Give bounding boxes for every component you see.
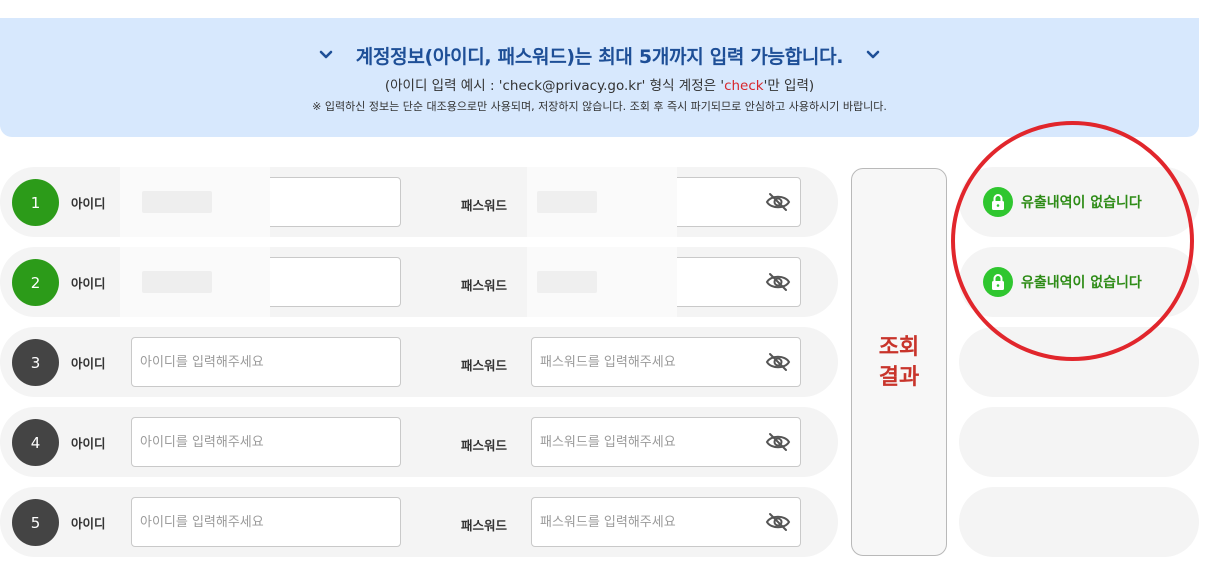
result-button-line2: 결과 xyxy=(878,365,920,390)
banner-title-row: 계정정보(아이디, 패스워드)는 최대 5개까지 입력 가능합니다. xyxy=(0,40,1199,70)
id-input[interactable] xyxy=(131,337,401,387)
pw-label: 패스워드 xyxy=(461,358,508,373)
result-button-line1: 조회 xyxy=(878,335,920,360)
eye-slash-icon[interactable] xyxy=(765,511,791,533)
id-label: 아이디 xyxy=(71,196,106,211)
banner-example-suffix: '만 입력) xyxy=(763,78,815,94)
masked-pw-value xyxy=(527,167,677,237)
pw-input[interactable] xyxy=(531,337,801,387)
masked-id-value xyxy=(120,247,270,317)
id-label: 아이디 xyxy=(71,516,106,531)
row-number-badge: 5 xyxy=(12,499,59,546)
id-input[interactable] xyxy=(131,497,401,547)
banner-note: ※ 입력하신 정보는 단순 대조용으로만 사용되며, 저장하지 않습니다. 조회… xyxy=(312,100,887,113)
row-number-badge: 2 xyxy=(12,259,59,306)
pw-label: 패스워드 xyxy=(461,278,508,293)
pw-label: 패스워드 xyxy=(461,198,508,213)
result-button-label: 조회 결과 xyxy=(852,333,946,393)
account-row-4: 4 아이디 패스워드 xyxy=(0,407,838,477)
account-row-5: 5 아이디 패스워드 xyxy=(0,487,838,557)
pw-input[interactable] xyxy=(531,417,801,467)
chevron-down-icon xyxy=(865,49,881,61)
eye-slash-icon[interactable] xyxy=(765,271,791,293)
row-number-badge: 1 xyxy=(12,179,59,226)
banner-example-highlight: check xyxy=(724,78,764,94)
id-label: 아이디 xyxy=(71,436,106,451)
banner-title: 계정정보(아이디, 패스워드)는 최대 5개까지 입력 가능합니다. xyxy=(355,45,844,68)
account-row-2: 2 아이디 패스워드 xyxy=(0,247,838,317)
id-label: 아이디 xyxy=(71,356,106,371)
pw-label: 패스워드 xyxy=(461,518,508,533)
row-number-badge: 4 xyxy=(12,419,59,466)
view-result-button[interactable]: 조회 결과 xyxy=(851,168,947,556)
highlight-circle xyxy=(951,121,1194,361)
info-banner: 계정정보(아이디, 패스워드)는 최대 5개까지 입력 가능합니다. (아이디 … xyxy=(0,18,1199,137)
id-label: 아이디 xyxy=(71,276,106,291)
account-row-3: 3 아이디 패스워드 xyxy=(0,327,838,397)
page: 계정정보(아이디, 패스워드)는 최대 5개까지 입력 가능합니다. (아이디 … xyxy=(0,0,1207,563)
pw-label: 패스워드 xyxy=(461,438,508,453)
chevron-down-icon xyxy=(318,49,334,61)
result-slot-4 xyxy=(959,407,1199,477)
eye-slash-icon[interactable] xyxy=(765,431,791,453)
masked-id-value xyxy=(120,167,270,237)
banner-example: (아이디 입력 예시 : 'check@privacy.go.kr' 형식 계정… xyxy=(0,74,1199,94)
eye-slash-icon[interactable] xyxy=(765,191,791,213)
row-number-badge: 3 xyxy=(12,339,59,386)
eye-slash-icon[interactable] xyxy=(765,351,791,373)
id-input[interactable] xyxy=(131,417,401,467)
account-row-1: 1 아이디 패스워드 xyxy=(0,167,838,237)
result-slot-5 xyxy=(959,487,1199,557)
pw-input[interactable] xyxy=(531,497,801,547)
masked-pw-value xyxy=(527,247,677,317)
banner-example-prefix: (아이디 입력 예시 : 'check@privacy.go.kr' 형식 계정… xyxy=(384,78,725,94)
